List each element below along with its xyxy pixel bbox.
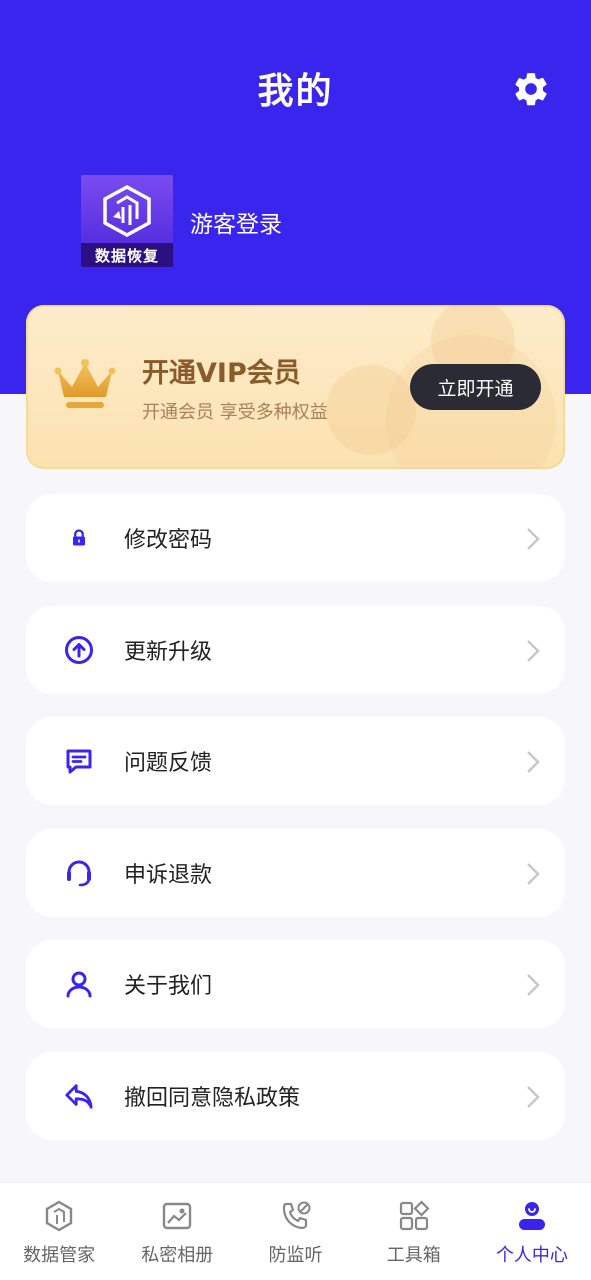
chevron-right-icon <box>527 1086 540 1108</box>
tab-label: 私密相册 <box>141 1245 214 1266</box>
menu-item-label: 修改密码 <box>124 528 213 553</box>
avatar[interactable]: 数据恢复 <box>81 175 173 267</box>
tab-personal-center[interactable]: 个人中心 <box>473 1183 591 1280</box>
chevron-right-icon <box>527 751 540 774</box>
photo-icon <box>163 1202 192 1230</box>
menu-item-change-password[interactable]: 修改密码 <box>26 494 565 582</box>
page-title: 我的 <box>257 71 334 112</box>
feedback-message-icon <box>66 749 92 774</box>
tab-label: 个人中心 <box>495 1245 568 1266</box>
lock-icon <box>73 529 85 546</box>
person-icon <box>518 1202 545 1230</box>
avatar-brand-text: 数据恢复 <box>81 243 173 267</box>
open-vip-button[interactable]: 立即开通 <box>410 364 541 410</box>
menu-item-update[interactable]: 更新升级 <box>26 605 565 694</box>
vip-title: 开通VIP会员 <box>142 358 301 389</box>
user-icon <box>66 971 92 998</box>
tab-label: 数据管家 <box>23 1245 96 1266</box>
tab-toolbox[interactable]: 工具箱 <box>355 1183 473 1280</box>
phone-block-icon <box>282 1201 310 1230</box>
menu-item-feedback[interactable]: 问题反馈 <box>26 717 565 806</box>
menu-item-label: 问题反馈 <box>124 751 213 777</box>
reply-icon <box>65 1084 93 1109</box>
menu-item-label: 关于我们 <box>124 974 213 1000</box>
chevron-right-icon <box>527 974 540 997</box>
crown-icon <box>54 359 116 408</box>
bottom-tab-bar: 数据管家 私密相册 防监听 工具箱 个人中心 <box>0 1182 591 1280</box>
chevron-right-icon <box>527 862 540 885</box>
settings-menu: 修改密码 更新升级 问题反馈 申诉退款 关于我们 撤回同意隐私政策 <box>26 494 565 1164</box>
gear-icon <box>515 73 547 106</box>
tab-data-manager[interactable]: 数据管家 <box>0 1183 118 1280</box>
vip-card[interactable]: 开通VIP会员 开通会员 享受多种权益 立即开通 <box>26 305 565 469</box>
vip-subtitle: 开通会员 享受多种权益 <box>142 402 328 423</box>
chevron-right-icon <box>527 528 540 550</box>
settings-button[interactable] <box>508 66 554 112</box>
tab-label: 工具箱 <box>386 1245 441 1266</box>
menu-item-refund[interactable]: 申诉退款 <box>26 828 565 917</box>
data-cube-icon <box>45 1200 73 1232</box>
menu-item-revoke-privacy[interactable]: 撤回同意隐私政策 <box>26 1051 565 1140</box>
grid-tools-icon <box>399 1200 430 1231</box>
tab-label: 防监听 <box>268 1245 323 1266</box>
menu-item-about-us[interactable]: 关于我们 <box>26 940 565 1029</box>
tab-anti-eavesdrop[interactable]: 防监听 <box>236 1183 354 1280</box>
tab-private-album[interactable]: 私密相册 <box>118 1183 236 1280</box>
menu-item-label: 更新升级 <box>124 639 213 665</box>
menu-item-label: 撤回同意隐私政策 <box>124 1085 301 1111</box>
chevron-right-icon <box>527 639 540 662</box>
menu-item-label: 申诉退款 <box>124 862 213 888</box>
upload-circle-icon <box>65 635 93 664</box>
headset-icon <box>67 860 91 887</box>
data-recovery-logo-icon <box>103 185 151 237</box>
guest-login-link[interactable]: 游客登录 <box>190 205 282 239</box>
